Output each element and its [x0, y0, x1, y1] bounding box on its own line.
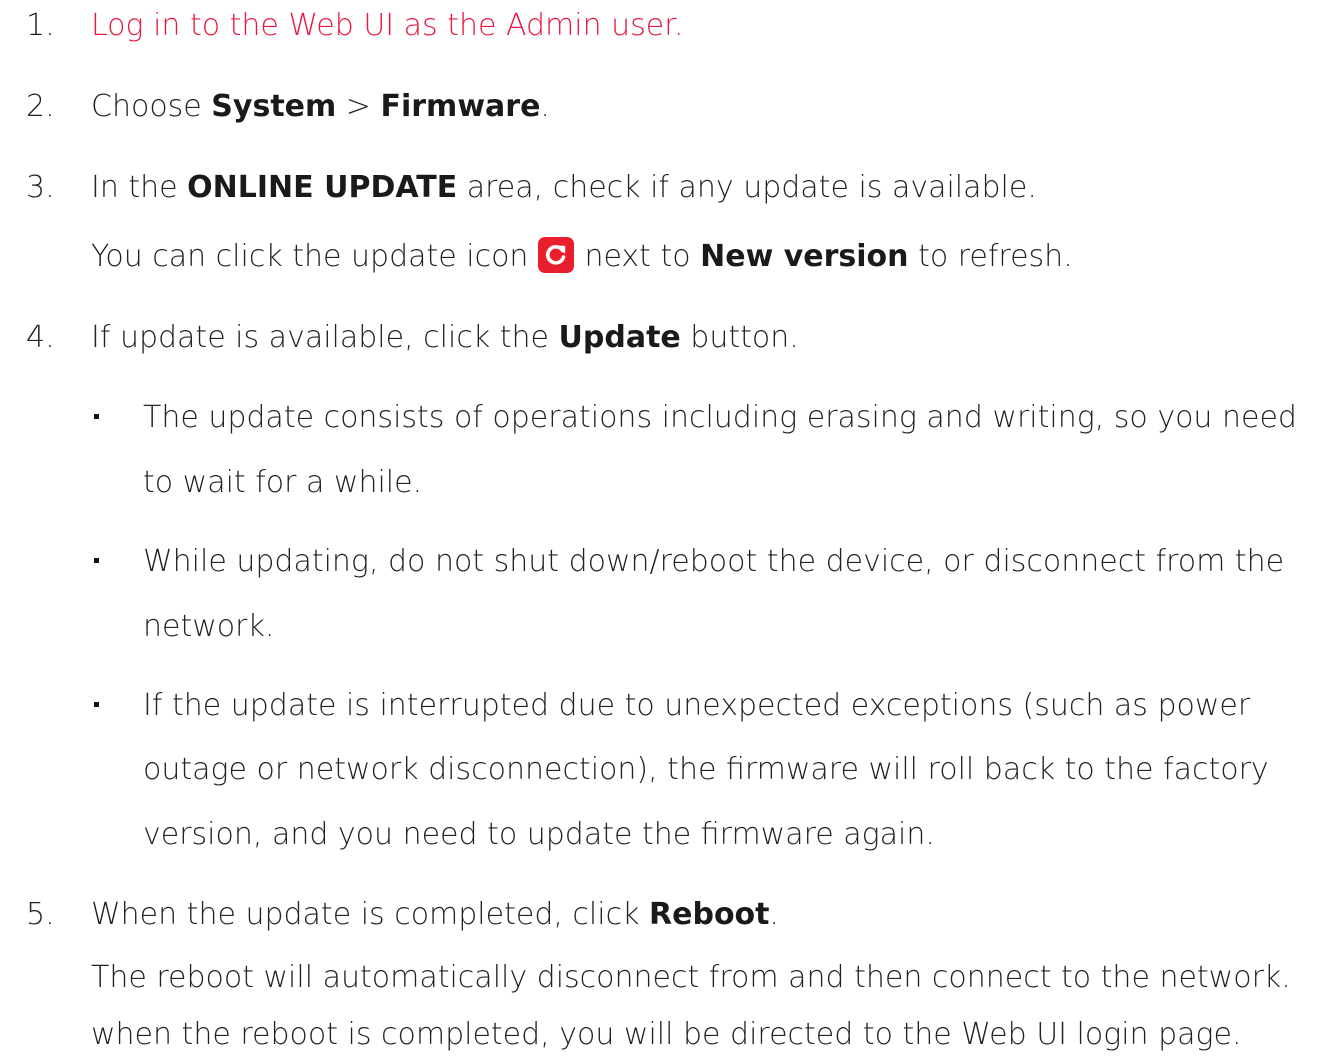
- step-number: 4.: [26, 320, 55, 355]
- step-text: Choose System > Firmware.: [91, 89, 550, 124]
- bullet-text: While updating, do not shut down/reboot …: [143, 544, 1285, 579]
- step-text: When the update is completed, click Rebo…: [91, 897, 780, 932]
- update-button-label: Update: [558, 320, 681, 355]
- online-update-label: ONLINE UPDATE: [187, 170, 458, 205]
- refresh-icon: [538, 236, 575, 273]
- bullet-icon: [94, 702, 99, 707]
- bullet-text: If the update is interrupted due to unex…: [143, 688, 1251, 723]
- menu-system: System: [211, 89, 337, 124]
- step-number: 5.: [26, 897, 55, 932]
- step-number: 3.: [26, 170, 55, 205]
- step-text: If update is available, click the Update…: [91, 320, 799, 355]
- step-text: The reboot will automatically disconnect…: [91, 960, 1291, 995]
- bullet-text: network.: [143, 609, 275, 644]
- bullet-text: version, and you need to update the firm…: [143, 817, 935, 852]
- new-version-label: New version: [700, 239, 909, 274]
- bullet-text: outage or network disconnection), the fi…: [143, 752, 1269, 787]
- bullet-text: to wait for a while.: [143, 465, 423, 500]
- step-text: You can click the update icon next to New…: [91, 236, 1073, 277]
- step-text: In the ONLINE UPDATE area, check if any …: [91, 170, 1037, 205]
- login-link[interactable]: Log in to the Web UI as the Admin user.: [91, 6, 683, 46]
- bullet-icon: [94, 558, 99, 563]
- step-number: 1.: [26, 8, 55, 43]
- step-text: when the reboot is completed, you will b…: [91, 1017, 1242, 1052]
- bullet-text: The update consists of operations includ…: [143, 400, 1297, 435]
- step-number: 2.: [26, 89, 55, 124]
- menu-firmware: Firmware: [380, 89, 541, 124]
- bullet-icon: [94, 414, 99, 419]
- reboot-button-label: Reboot: [649, 897, 770, 932]
